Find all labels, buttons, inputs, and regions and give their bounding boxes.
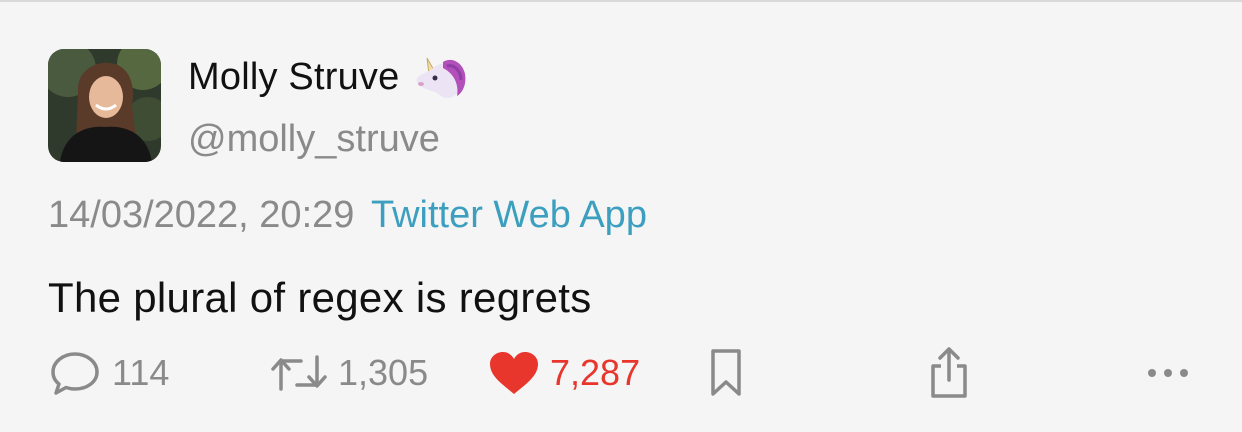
- retweet-button[interactable]: 1,305: [270, 343, 428, 403]
- more-dots-icon: [1148, 369, 1188, 377]
- bookmark-icon: [711, 349, 741, 396]
- retweet-count: 1,305: [338, 352, 429, 393]
- author-handle[interactable]: @molly_struve: [188, 118, 440, 161]
- tweet-meta: 14/03/2022, 20:29 Twitter Web App: [48, 194, 647, 237]
- tweet-text: The plural of regex is regrets: [48, 274, 592, 321]
- avatar-image: [48, 49, 161, 162]
- speech-bubble-icon: [51, 352, 99, 395]
- heart-icon: [490, 352, 538, 394]
- tweet-actions: 114 1,305 7,287: [0, 343, 1242, 403]
- tweet-source-link[interactable]: Twitter Web App: [371, 194, 647, 236]
- retweet-arrows-icon: [271, 355, 327, 391]
- bookmark-button[interactable]: [708, 343, 744, 403]
- reply-count: 114: [112, 352, 170, 393]
- avatar[interactable]: [48, 49, 161, 162]
- unicorn-emoji-icon: [417, 57, 466, 99]
- share-icon: [931, 347, 967, 398]
- like-button[interactable]: 7,287: [488, 343, 640, 403]
- share-button[interactable]: [927, 343, 971, 403]
- reply-button[interactable]: 114: [50, 343, 169, 403]
- like-count: 7,287: [550, 352, 641, 393]
- author-name[interactable]: Molly Struve: [188, 56, 399, 99]
- top-divider: [0, 0, 1242, 2]
- tweet-timestamp[interactable]: 14/03/2022, 20:29: [48, 194, 354, 236]
- more-options-button[interactable]: [1144, 343, 1192, 403]
